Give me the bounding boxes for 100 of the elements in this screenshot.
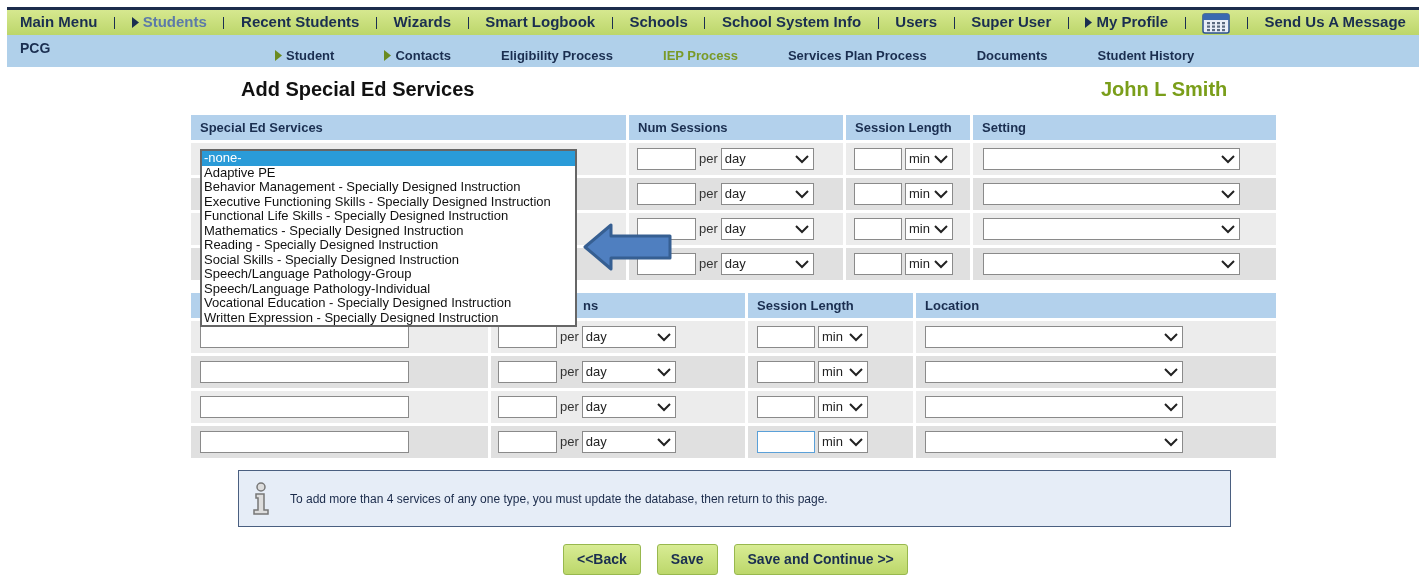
text-input-field[interactable] — [200, 361, 409, 383]
text-input-field[interactable] — [498, 431, 557, 453]
sub-nav-link[interactable]: Documents — [976, 46, 1048, 66]
column-header: Session Length — [748, 293, 913, 318]
dropdown-option[interactable]: Speech/Language Pathology-Group — [202, 267, 575, 282]
info-icon — [251, 481, 271, 516]
select-dropdown[interactable]: day — [720, 253, 814, 275]
per-label: per — [699, 150, 718, 169]
per-label: per — [699, 255, 718, 274]
dropdown-option[interactable]: Adaptive PE — [202, 165, 575, 180]
calendar-icon[interactable] — [1202, 11, 1231, 34]
info-text: To add more than 4 services of any one type, you must update the database, then return to this page. — [290, 490, 828, 508]
select-dropdown[interactable]: min — [905, 253, 953, 275]
select-dropdown[interactable] — [925, 361, 1183, 383]
select-dropdown[interactable]: day — [581, 326, 676, 348]
select-dropdown[interactable]: day — [720, 148, 814, 170]
nav-link[interactable]: Super User — [971, 11, 1052, 34]
sub-nav-link[interactable]: Student — [275, 46, 335, 66]
select-dropdown[interactable]: day — [720, 218, 814, 240]
chevron-down-icon — [1164, 437, 1178, 447]
select-dropdown[interactable] — [983, 183, 1240, 205]
column-header: Special Ed Services — [191, 115, 626, 140]
text-input-field[interactable] — [498, 361, 557, 383]
select-dropdown[interactable]: min — [818, 326, 868, 348]
dropdown-option[interactable]: Social Skills - Specially Designed Instruction — [202, 252, 575, 267]
nav-link[interactable]: Wizards — [393, 11, 451, 34]
select-dropdown[interactable]: min — [818, 396, 868, 418]
chevron-down-icon — [656, 437, 671, 447]
dropdown-option[interactable]: Mathematics - Specially Designed Instruction — [202, 223, 575, 238]
chevron-down-icon — [934, 154, 948, 164]
select-dropdown[interactable]: day — [581, 396, 676, 418]
nav-link[interactable]: Schools — [629, 11, 688, 34]
per-label: per — [699, 185, 718, 204]
per-label: per — [560, 363, 579, 382]
select-dropdown[interactable]: min — [905, 148, 953, 170]
select-dropdown[interactable] — [925, 396, 1183, 418]
per-label: per — [560, 433, 579, 452]
text-input-field[interactable] — [637, 148, 696, 170]
chevron-down-icon — [1164, 367, 1178, 377]
select-dropdown[interactable] — [925, 431, 1183, 453]
select-dropdown[interactable] — [983, 253, 1240, 275]
text-input-field[interactable] — [854, 218, 902, 240]
per-label: per — [560, 328, 579, 347]
action-button[interactable]: Save and Continue >> — [733, 544, 908, 575]
chevron-down-icon — [934, 259, 948, 269]
text-input-field[interactable] — [200, 396, 409, 418]
text-input-field[interactable] — [637, 183, 696, 205]
text-input-field[interactable] — [200, 326, 409, 348]
nav-link[interactable]: Smart Logbook — [485, 11, 596, 34]
brand-label: PCG — [20, 39, 52, 58]
chevron-down-icon — [849, 437, 863, 447]
nav-link[interactable]: Users — [895, 11, 937, 34]
dropdown-option[interactable]: Executive Functioning Skills - Specially Designed Instruction — [202, 194, 575, 209]
sub-nav-link[interactable]: Student History — [1097, 46, 1195, 66]
chevron-down-icon — [1221, 259, 1235, 269]
sub-nav-link[interactable]: Services Plan Process — [787, 46, 927, 66]
dropdown-option[interactable]: Behavior Management - Specially Designed Instruction — [202, 180, 575, 195]
select-dropdown[interactable] — [983, 218, 1240, 240]
text-input-field[interactable] — [854, 253, 902, 275]
chevron-down-icon — [934, 224, 948, 234]
page-title: Add Special Ed Services — [241, 77, 476, 102]
text-input-field[interactable] — [757, 326, 815, 348]
text-input-field[interactable] — [498, 326, 557, 348]
select-dropdown[interactable]: day — [581, 361, 676, 383]
nav-link[interactable]: Main Menu — [20, 11, 98, 34]
dropdown-option[interactable]: Reading - Specially Designed Instruction — [202, 238, 575, 253]
text-input-field[interactable] — [200, 431, 409, 453]
select-dropdown[interactable]: min — [818, 431, 868, 453]
nav-link[interactable]: School System Info — [721, 11, 862, 34]
chevron-down-icon — [849, 367, 863, 377]
select-dropdown[interactable]: day — [581, 431, 676, 453]
chevron-down-icon — [1164, 332, 1178, 342]
nav-link[interactable]: Send Us A Message — [1264, 11, 1406, 34]
select-dropdown[interactable] — [983, 148, 1240, 170]
chevron-down-icon — [794, 154, 809, 164]
text-input-field[interactable] — [498, 396, 557, 418]
text-input-field[interactable] — [854, 148, 902, 170]
sub-nav-link[interactable]: Eligibility Process — [501, 46, 613, 66]
select-dropdown[interactable]: min — [905, 218, 953, 240]
select-dropdown[interactable] — [925, 326, 1183, 348]
chevron-down-icon — [849, 332, 863, 342]
dropdown-option[interactable]: Functional Life Skills - Specially Designed Instruction — [202, 209, 575, 224]
action-button[interactable]: Save — [656, 544, 718, 575]
text-input-field[interactable] — [854, 183, 902, 205]
nav-link[interactable]: Recent Students — [241, 11, 360, 34]
text-input-field[interactable] — [757, 431, 815, 453]
select-dropdown[interactable]: day — [720, 183, 814, 205]
action-button[interactable]: <<Back — [563, 544, 641, 575]
text-input-field[interactable] — [757, 396, 815, 418]
column-header: Location — [916, 293, 1276, 318]
column-header: Setting — [973, 115, 1276, 140]
select-dropdown[interactable]: min — [818, 361, 868, 383]
nav-link[interactable]: My Profile — [1085, 11, 1169, 34]
chevron-down-icon — [1221, 154, 1235, 164]
chevron-down-icon — [1221, 189, 1235, 199]
sub-nav-link[interactable]: Contacts — [384, 46, 451, 66]
chevron-down-icon — [794, 259, 809, 269]
select-dropdown[interactable]: min — [905, 183, 953, 205]
text-input-field[interactable] — [757, 361, 815, 383]
dropdown-option[interactable]: Speech/Language Pathology-Individual — [202, 281, 575, 296]
